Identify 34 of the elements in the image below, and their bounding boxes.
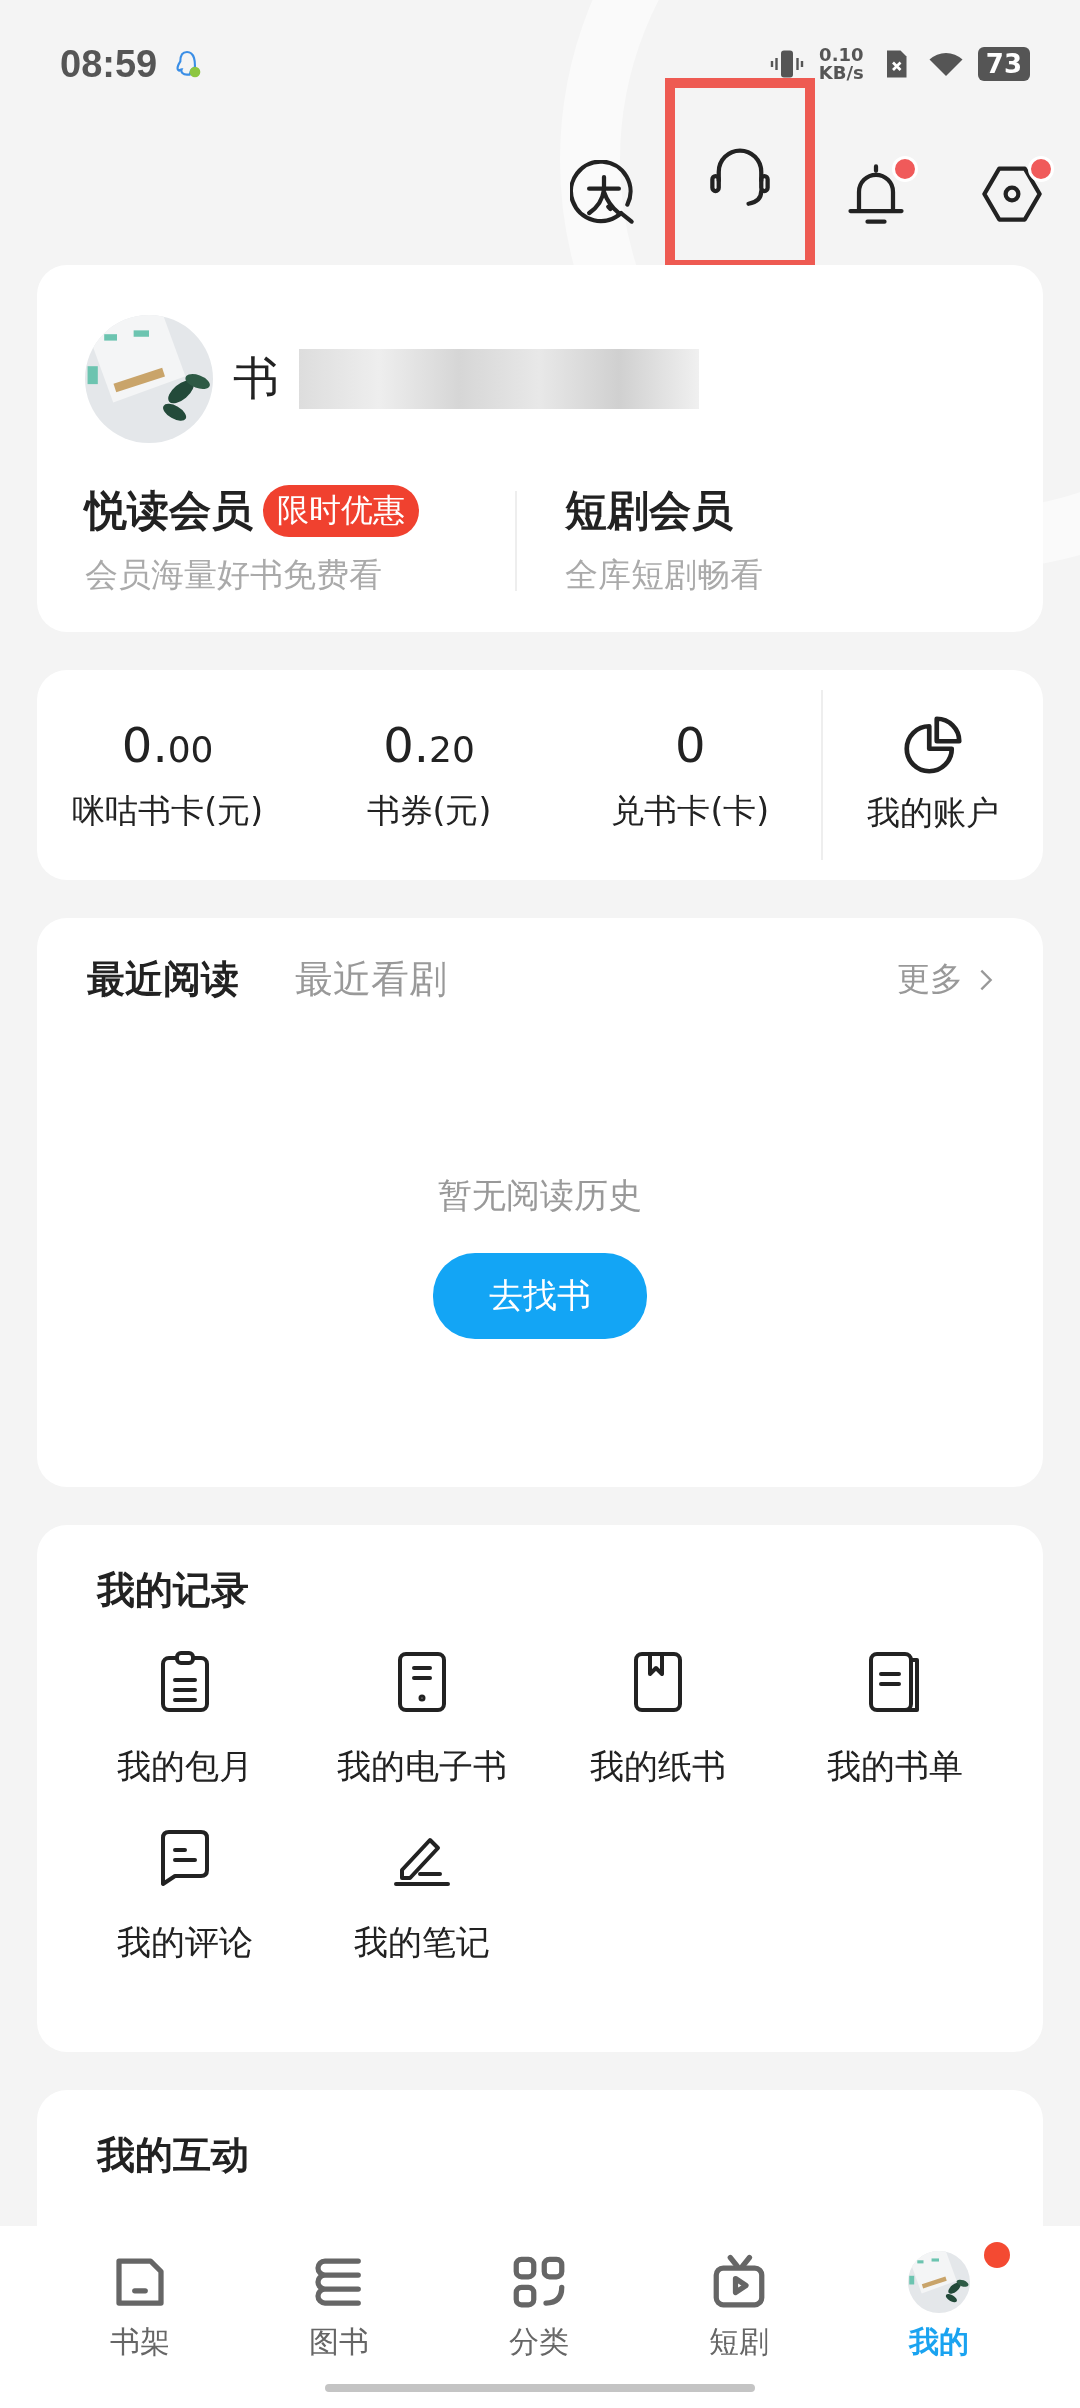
membership-subtitle: 全库短剧畅看 — [565, 554, 764, 596]
nav-tab[interactable]: 短剧 — [708, 2246, 769, 2376]
membership-title[interactable]: 悦读会员 — [85, 483, 253, 539]
record-label[interactable]: 我的评论 — [117, 1920, 254, 1966]
chevron-right-icon — [979, 967, 993, 992]
record-label[interactable]: 我的包月 — [117, 1744, 254, 1790]
nav-tab[interactable]: 书架 — [109, 2246, 170, 2376]
section-title: 我的互动 — [97, 2133, 249, 2177]
balance-value: 0.20 — [383, 716, 475, 773]
promo-tag: 限时优惠 — [263, 485, 419, 537]
recent-tab[interactable]: 最近阅读 — [87, 954, 239, 1005]
battery-icon: 73 — [977, 47, 1030, 81]
status-time: 08:59 — [60, 42, 158, 86]
balance-value: 0 — [675, 716, 706, 773]
user-name: 书 — [233, 350, 279, 407]
record-label[interactable]: 我的纸书 — [590, 1744, 727, 1790]
balance-label[interactable]: 书券(元) — [366, 788, 492, 834]
membership-title[interactable]: 短剧会员 — [565, 483, 733, 539]
speed-unit: KB/s — [818, 64, 864, 82]
network-speed: 0.10 — [819, 46, 864, 64]
record-label[interactable]: 我的笔记 — [353, 1920, 490, 1966]
record-label[interactable]: 我的电子书 — [336, 1744, 507, 1790]
pie-chart-icon — [903, 714, 963, 775]
empty-message: 暂无阅读历史 — [438, 1174, 642, 1217]
membership-subtitle: 会员海量好书免费看 — [85, 554, 383, 596]
category-grid-icon — [511, 2254, 567, 2310]
nav-tab[interactable]: 图书 — [309, 2246, 370, 2376]
nav-tab[interactable]: 分类 — [509, 2246, 569, 2376]
balance-label[interactable]: 咪咕书卡(元) — [72, 788, 264, 834]
balance-label[interactable]: 兑书卡(卡) — [611, 788, 770, 834]
account-label[interactable]: 我的账户 — [867, 790, 999, 836]
section-title: 我的记录 — [97, 1567, 250, 1614]
balance-value: 0.00 — [121, 716, 214, 773]
record-label[interactable]: 我的书单 — [826, 1744, 963, 1790]
